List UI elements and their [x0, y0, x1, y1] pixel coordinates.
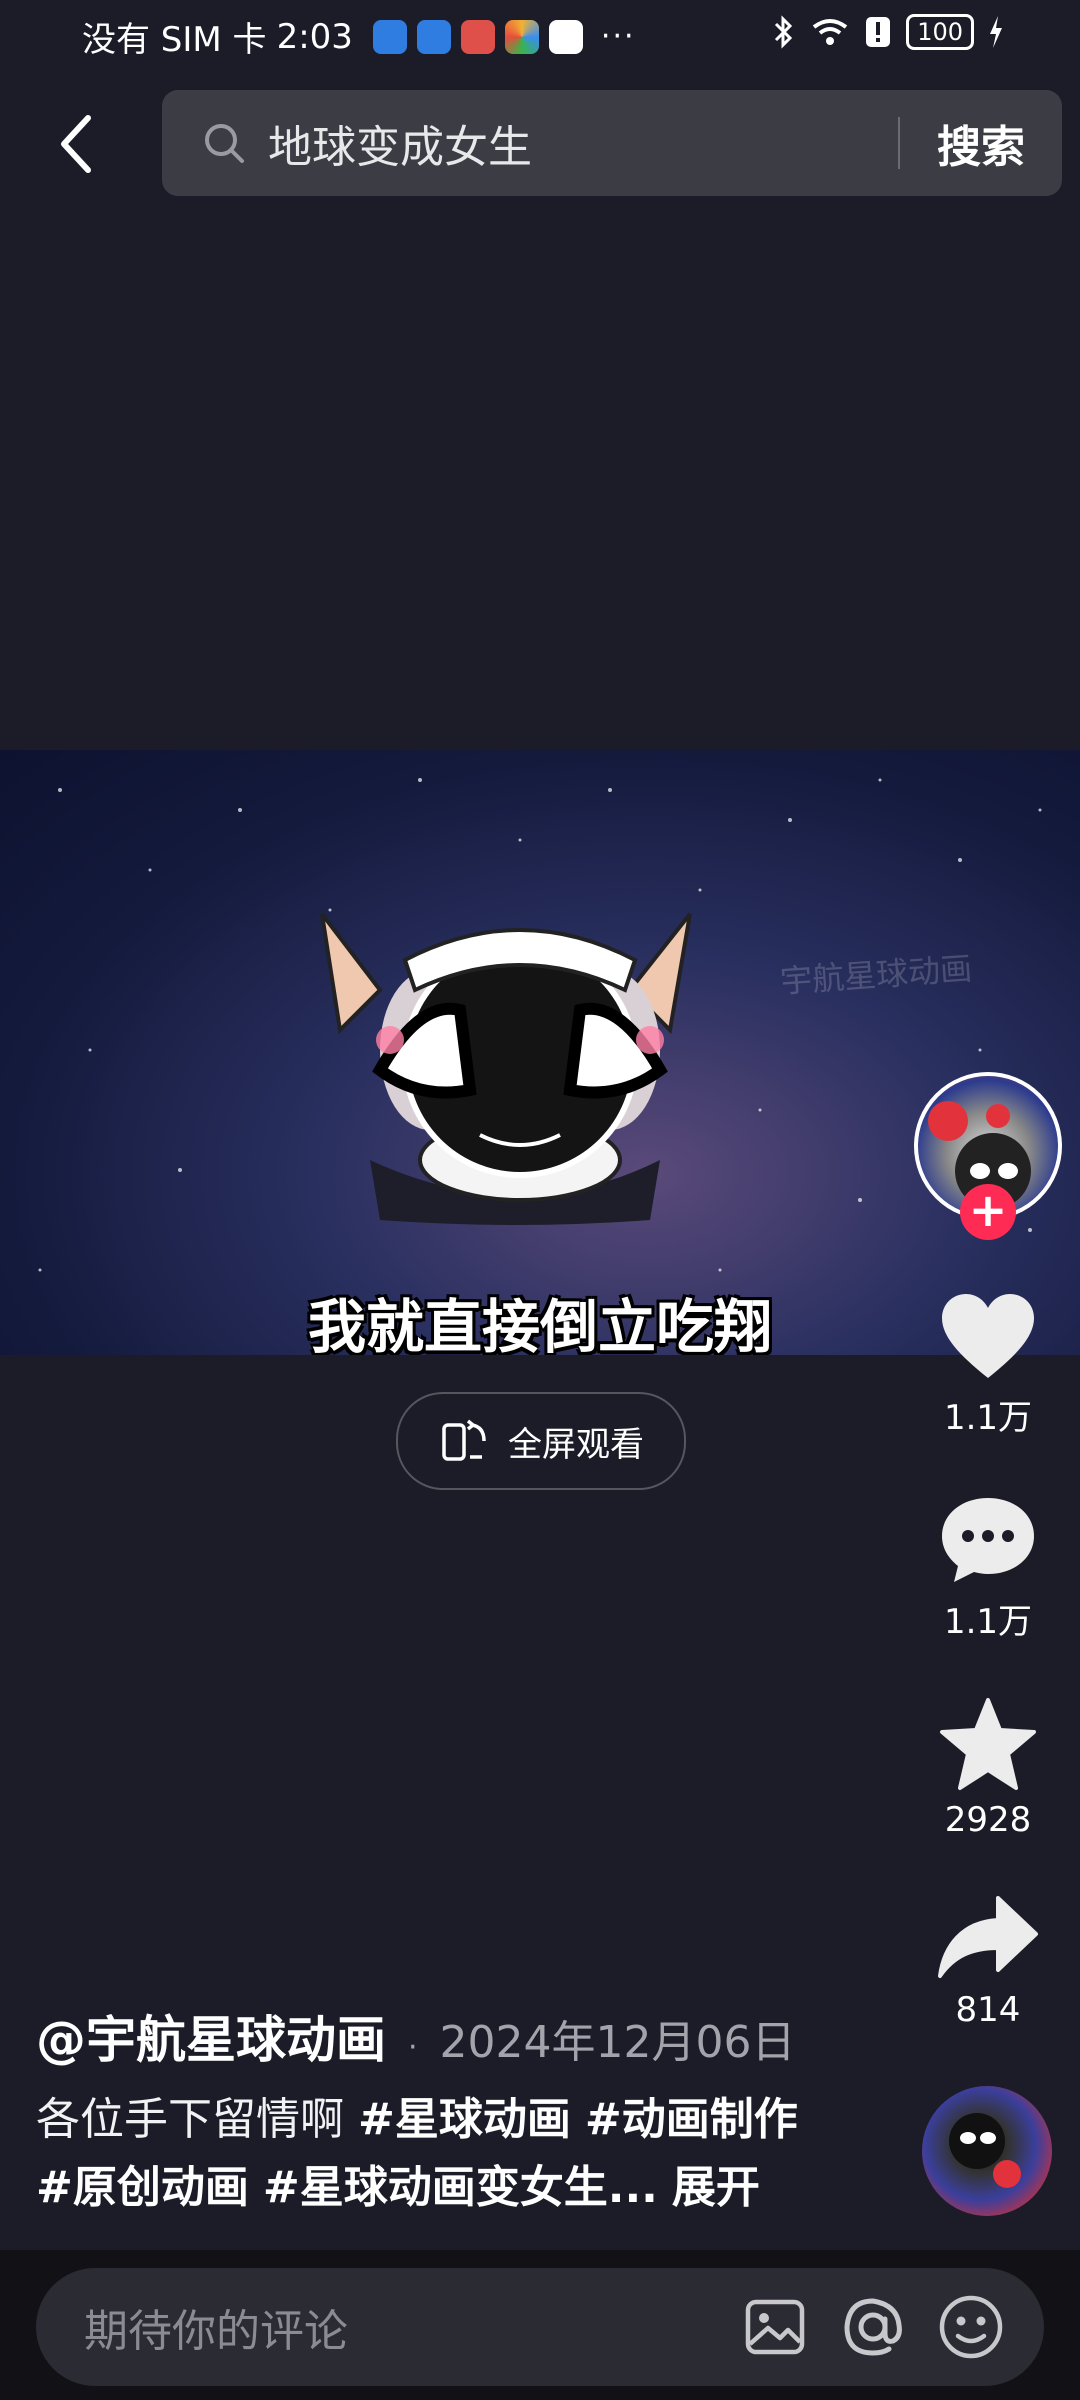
notification-app-icon [504, 19, 539, 54]
music-disc[interactable] [922, 2086, 1052, 2216]
status-bar: 没有 SIM 卡 2:03 ··· 100 [0, 0, 1080, 72]
post-caption: 各位手下留情啊 #星球动画 #动画制作 #原创动画 #星球动画变女生... 展开 [36, 2086, 816, 2222]
image-picker-button[interactable] [730, 2282, 820, 2372]
back-button[interactable] [44, 104, 108, 184]
cartoon-character-image [320, 912, 692, 1225]
author-name[interactable]: @宇航星球动画 [36, 2000, 386, 2072]
share-count: 814 [955, 1990, 1021, 2030]
status-left: 没有 SIM 卡 2:03 ··· [82, 12, 636, 61]
follow-button[interactable]: + [960, 1184, 1016, 1240]
hashtag-link[interactable]: #星球动画变女生... [263, 2162, 658, 2213]
search-input[interactable]: 地球变成女生 [268, 111, 898, 175]
notification-app-icon [372, 19, 407, 54]
bluetooth-icon [775, 15, 793, 49]
music-cover-image [949, 2113, 1021, 2188]
star-icon [940, 1698, 1036, 1790]
alert-icon [866, 17, 891, 47]
at-sign-icon [844, 2298, 902, 2356]
separator-dot: · [408, 2030, 418, 2065]
image-icon [745, 2299, 805, 2355]
notification-app-icon [548, 19, 583, 54]
wifi-icon [812, 19, 848, 45]
hashtag-link[interactable]: #星球动画 [358, 2094, 571, 2145]
rotate-screen-icon [442, 1419, 486, 1461]
author-row: @宇航星球动画 · 2024年12月06日 [36, 2000, 796, 2072]
charging-icon [990, 16, 1002, 48]
expand-link[interactable]: 展开 [672, 2162, 760, 2213]
comment-input[interactable]: 期待你的评论 [36, 2268, 1044, 2386]
status-right: 100 [772, 14, 1004, 50]
notification-app-icon [416, 19, 451, 54]
share-action[interactable]: 814 [908, 1892, 1068, 2030]
fullscreen-button[interactable]: 全屏观看 [396, 1392, 686, 1490]
carrier-text: 没有 SIM 卡 [82, 20, 267, 60]
comment-placeholder[interactable]: 期待你的评论 [84, 2295, 730, 2359]
like-count: 1.1万 [943, 1398, 1033, 1438]
clock: 2:03 [276, 16, 353, 57]
favorite-count: 2928 [944, 1800, 1032, 1840]
comment-count: 1.1万 [943, 1602, 1033, 1642]
search-bar[interactable]: 地球变成女生 搜索 [162, 90, 1062, 196]
hashtag-link[interactable]: #动画制作 [585, 2094, 798, 2145]
post-date: 2024年12月06日 [439, 2017, 796, 2068]
notification-app-icon [460, 19, 495, 54]
comment-action[interactable]: 1.1万 [908, 1494, 1068, 1643]
video-player[interactable]: 宇航星球动画 我就直接倒立吃翔 [0, 750, 1080, 1355]
more-notifications: ··· [600, 19, 636, 54]
mention-button[interactable] [828, 2282, 918, 2372]
chevron-left-icon [61, 115, 91, 173]
like-action[interactable]: 1.1万 [908, 1290, 1068, 1439]
comment-icon [942, 1498, 1034, 1582]
search-button[interactable]: 搜索 [900, 111, 1062, 175]
search-icon [205, 124, 244, 163]
heart-icon [942, 1294, 1034, 1378]
hashtag-link[interactable]: #原创动画 [36, 2162, 249, 2213]
favorite-action[interactable]: 2928 [908, 1696, 1068, 1840]
caption-text: 各位手下留情啊 [36, 2094, 344, 2145]
share-icon [938, 1896, 1038, 1978]
notification-icons [372, 19, 583, 54]
emoji-icon [939, 2295, 1003, 2359]
emoji-button[interactable] [926, 2282, 1016, 2372]
fullscreen-label: 全屏观看 [508, 1424, 644, 1465]
battery-indicator: 100 [906, 14, 974, 50]
